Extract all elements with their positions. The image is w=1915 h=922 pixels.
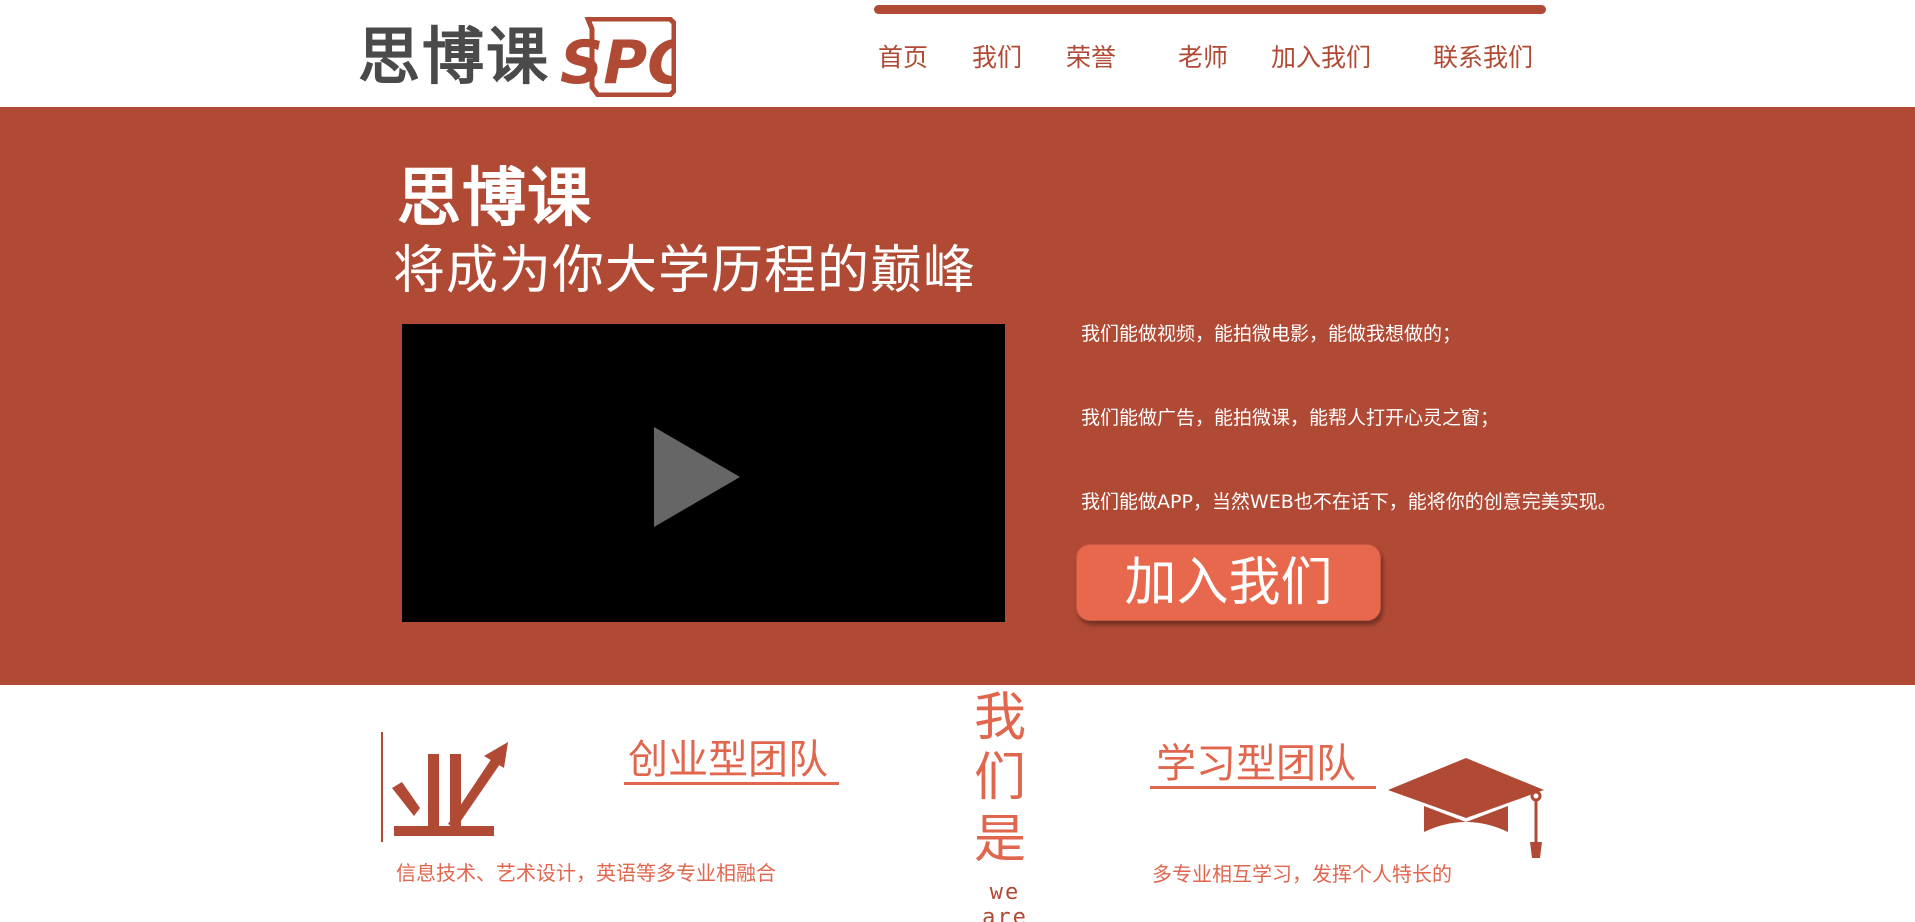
hero-line-app: 我们能做APP，当然WEB也不在话下，能将你的创意完美实现。: [1081, 491, 1617, 513]
hero-tagline: 将成为你大学历程的巅峰: [393, 241, 977, 301]
join-us-button[interactable]: 加入我们: [1076, 544, 1381, 621]
graduation-cap-icon: [1388, 758, 1544, 858]
feature-underline-startup: [624, 782, 839, 785]
site-logo[interactable]: 思博课 SPC: [358, 14, 677, 100]
play-icon[interactable]: [654, 427, 740, 527]
nav-item-honors[interactable]: 荣誉: [1066, 40, 1116, 76]
feature-title-startup: 创业型团队: [628, 737, 828, 783]
hero-brand: 思博课: [397, 162, 592, 236]
center-char-3: 是: [973, 810, 1026, 870]
feature-underline-learning: [1150, 786, 1376, 789]
feature-title-learning: 学习型团队: [1156, 741, 1356, 787]
nav-item-home[interactable]: 首页: [878, 40, 928, 76]
nav-item-contact[interactable]: 联系我们: [1433, 40, 1533, 76]
nav-item-about[interactable]: 我们: [972, 40, 1022, 76]
logo-text: 思博课: [358, 20, 551, 93]
hero-section: 思博课 将成为你大学历程的巅峰 我们能做视频，能拍微电影，能做我想做的； 我们能…: [0, 107, 1915, 685]
hero-line-ads: 我们能做广告，能拍微课，能帮人打开心灵之窗；: [1081, 407, 1500, 429]
site-header: 思博课 SPC 首页 我们 荣誉 老师 加入我们 联系我们: [0, 0, 1915, 107]
feature-desc-startup: 信息技术、艺术设计，英语等多专业相融合: [396, 861, 776, 885]
we-are-label: we are: [982, 880, 1028, 922]
nav-item-teachers[interactable]: 老师: [1178, 40, 1228, 76]
feature-desc-learning: 多专业相互学习，发挥个人特长的: [1152, 862, 1452, 886]
logo-badge-icon: SPC: [560, 17, 677, 97]
main-nav: 首页 我们 荣誉 老师 加入我们 联系我们: [874, 40, 1546, 76]
nav-item-join[interactable]: 加入我们: [1271, 40, 1371, 76]
growth-chart-icon: [381, 732, 508, 842]
center-char-2: 们: [973, 748, 1026, 808]
video-player[interactable]: [402, 324, 1005, 622]
hero-line-video: 我们能做视频，能拍微电影，能做我想做的；: [1081, 323, 1462, 345]
svg-text:SPC: SPC: [560, 28, 676, 97]
center-char-1: 我: [973, 688, 1026, 748]
nav-top-bar: [874, 5, 1546, 14]
